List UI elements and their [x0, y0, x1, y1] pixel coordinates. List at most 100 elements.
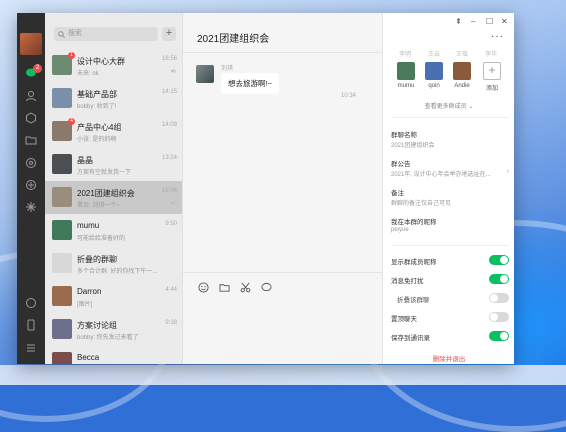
maximize-icon[interactable]: ☐	[486, 17, 493, 26]
chat-preview: 可能给给准备好的	[77, 236, 126, 242]
chat-list: 搜索 + 1 设计中心大群 未来: ok 16:56 基础产品部 bobby: 收到了! 1…	[45, 13, 182, 364]
chat-name: Darron	[77, 287, 102, 296]
sender-avatar[interactable]	[196, 65, 214, 83]
chat-preview: [图片]	[77, 302, 93, 308]
chat-name: 设计中心大群	[77, 57, 125, 66]
divider	[183, 272, 383, 273]
user-avatar[interactable]	[20, 33, 42, 55]
chat-preview: 未来: ok	[77, 71, 99, 77]
chat-name: 折叠的群聊	[77, 255, 117, 264]
fold-chat-toggle[interactable]	[489, 293, 509, 303]
chat-name: 晶晶	[77, 156, 93, 165]
start-group-chat-button[interactable]: +	[162, 27, 176, 41]
taskbar	[0, 365, 566, 385]
mute-notifications-toggle[interactable]	[489, 274, 509, 284]
folder-icon[interactable]	[218, 281, 230, 293]
chat-avatar	[52, 286, 72, 306]
chat-list-item[interactable]: mumu 可能给给准备好的 9:50	[45, 214, 182, 247]
member-name: 王云	[428, 52, 441, 58]
chat-name: mumu	[77, 221, 100, 230]
delete-and-exit-button[interactable]: 删除并退出	[383, 353, 514, 363]
divider	[183, 52, 383, 53]
save-to-contacts-toggle[interactable]	[489, 331, 509, 341]
chat-time: 18:04	[161, 188, 177, 194]
setting-label: 保存到通讯录	[391, 335, 430, 342]
emoji-icon[interactable]	[197, 281, 209, 293]
group-info-panel: ⇞ – ☐ ✕ ··· 李明 王云 王瑶 李华 mumu qoin Andie …	[382, 13, 514, 364]
menu-icon[interactable]	[24, 341, 38, 355]
mute-icon	[170, 68, 176, 74]
member-mumu[interactable]: mumu	[395, 62, 417, 89]
member-qoin[interactable]: qoin	[423, 62, 445, 89]
chat-avatar	[52, 154, 72, 174]
unread-badge: 4	[68, 118, 75, 125]
setting-label: 置顶聊天	[391, 316, 417, 323]
my-nickname-value[interactable]: peiyue	[391, 227, 409, 233]
show-member-nicknames-toggle[interactable]	[489, 255, 509, 265]
chat-time: 9:50	[165, 221, 177, 227]
divider	[391, 117, 509, 118]
group-notice-value[interactable]: 2021年, 设计中心年会举办地选址在...	[391, 169, 491, 178]
chevron-right-icon[interactable]: ›	[507, 168, 509, 175]
wechat-window: 2 搜索 + 1 设计中心大群 未来: ok 16:56 基础产品部 bobby…	[17, 13, 514, 364]
message-bubble[interactable]: 想去旅游啊!~	[221, 73, 279, 94]
chat-list-item[interactable]: 晶晶 方案有空就发我一下 13:24	[45, 148, 182, 181]
search-input[interactable]: 搜索	[54, 27, 158, 41]
remark-label: 备注	[391, 190, 404, 197]
chat-list-item[interactable]: 折叠的群聊 多个合计群: 好的你找下午一...	[45, 247, 182, 280]
view-more-members-label: 查看更多群成员	[424, 104, 467, 110]
setting-label: 显示群成员昵称	[391, 259, 437, 266]
contacts-icon[interactable]	[24, 89, 38, 103]
message-timestamp: 10:34	[341, 93, 357, 99]
conversation-pane: 2021团建组织会 刘琪 想去旅游啊!~ 10:34	[182, 13, 383, 364]
my-nickname-label: 我在本群的昵称	[391, 219, 437, 226]
search-icon	[58, 31, 65, 38]
message-sender: 刘琪	[221, 66, 234, 72]
chat-badge: 2	[33, 64, 42, 73]
input-toolbar	[197, 281, 272, 293]
folder-icon[interactable]	[24, 133, 38, 147]
member-name: 王瑶	[456, 52, 469, 58]
member-avatar	[453, 62, 471, 80]
chat-avatar	[52, 88, 72, 108]
group-notice-label: 群公告	[391, 161, 411, 168]
chat-avatar	[52, 187, 72, 207]
emoji-store-icon[interactable]	[24, 296, 38, 310]
pin-icon[interactable]: ⇞	[455, 17, 462, 26]
chat-list-item[interactable]: 4 产品中心4组 小张: 是的的啊 14:09	[45, 115, 182, 148]
minimize-icon[interactable]: –	[471, 17, 475, 26]
chat-list-item[interactable]: 方案讨论组 bobby: 你先发过来看了 9:38	[45, 313, 182, 346]
setting-label: 折叠该群聊	[397, 297, 430, 304]
member-andie[interactable]: Andie	[451, 62, 473, 89]
chat-avatar	[52, 319, 72, 339]
member-name: 李明	[399, 52, 412, 58]
chat-preview: bobby: 你先发过来看了	[77, 335, 139, 341]
chat-list-item[interactable]: 1 设计中心大群 未来: ok 16:56	[45, 49, 182, 82]
group-name-value[interactable]: 2021团建组织会	[391, 140, 434, 149]
close-icon[interactable]: ✕	[501, 17, 508, 26]
chat-list-item[interactable]: 2021团建组织会 晋余: 刘琪一个~ 18:04	[45, 181, 182, 214]
chat-avatar	[52, 253, 72, 273]
chat-list-item[interactable]: Becca	[45, 346, 182, 364]
remark-value[interactable]: 群聊的备注仅自己可见	[391, 198, 451, 207]
pin-chat-toggle[interactable]	[489, 312, 509, 322]
chat-time: 4:44	[165, 287, 177, 293]
phone-icon[interactable]	[24, 318, 38, 332]
chat-list-item[interactable]: Darron [图片] 4:44	[45, 280, 182, 313]
chat-name: Becca	[77, 353, 100, 362]
add-member-button[interactable]: + 添加	[481, 62, 503, 92]
nav-rail: 2	[17, 13, 45, 364]
chat-list-item[interactable]: 基础产品部 bobby: 收到了! 14:15	[45, 82, 182, 115]
view-more-members-link[interactable]: 查看更多群成员 ⌄	[383, 101, 514, 110]
chat-bubble-icon[interactable]	[260, 281, 272, 293]
favorites-icon[interactable]	[24, 111, 38, 125]
chat-time: 14:09	[161, 122, 177, 128]
channels-icon[interactable]	[24, 178, 38, 192]
group-name-label: 群聊名称	[391, 132, 417, 139]
moments-icon[interactable]	[24, 156, 38, 170]
scissors-icon[interactable]	[239, 281, 251, 293]
more-options-icon[interactable]: ···	[491, 31, 504, 42]
chat-time: 16:56	[161, 56, 177, 62]
member-name: Andie	[454, 83, 470, 89]
mini-programs-icon[interactable]	[24, 200, 38, 214]
